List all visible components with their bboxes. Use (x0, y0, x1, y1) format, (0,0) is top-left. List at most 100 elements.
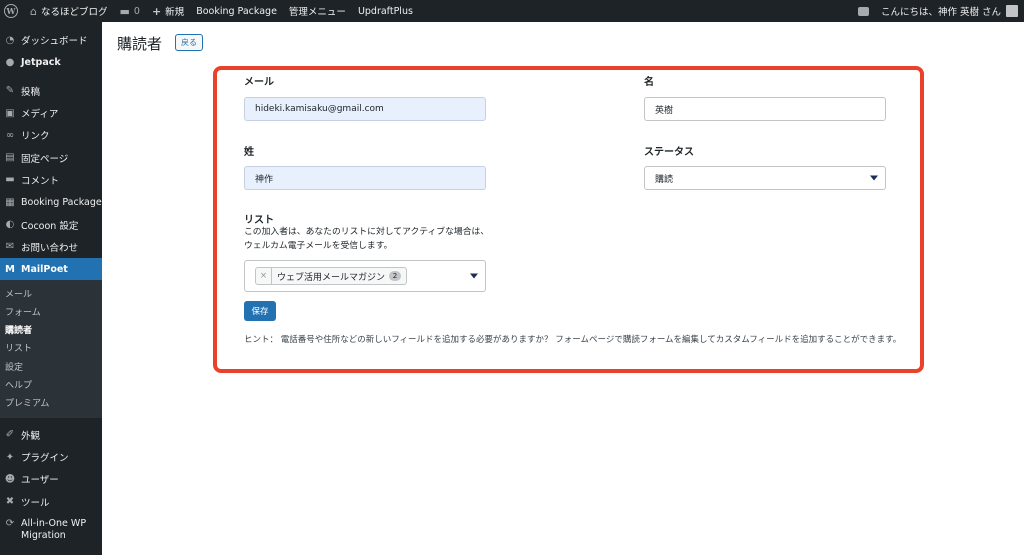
updraftplus-label: UpdraftPlus (357, 5, 413, 17)
back-button[interactable]: 戻る (175, 34, 203, 51)
admin-menu-label: 管理メニュー (288, 7, 346, 18)
list-label: リスト (244, 215, 274, 226)
sidebar-item-label: コメント (21, 175, 60, 187)
save-button[interactable]: 保存 (244, 301, 276, 321)
sidebar-item-cocoon[interactable]: ◐ Cocoon 設定 (0, 213, 102, 235)
chevron-down-icon (470, 273, 478, 279)
sidebar-item-label: 固定ページ (21, 153, 69, 165)
sidebar-item-label: ダッシュボード (21, 36, 88, 48)
media-icon: ▣ (5, 107, 15, 119)
dashboard-icon: ◔ (5, 34, 15, 46)
admin-menu-link[interactable]: 管理メニュー (283, 0, 352, 22)
email-label: メール (244, 77, 274, 88)
sidebar-item-jetpack[interactable]: ● Jetpack (0, 51, 102, 73)
sidebar-item-label: 投稿 (21, 86, 41, 98)
home-icon: ⌂ (30, 4, 37, 18)
comment-icon: ▬ (5, 174, 15, 186)
migration-icon: ⟳ (5, 517, 15, 529)
updraftplus-link[interactable]: UpdraftPlus (352, 0, 419, 22)
sidebar-item-label: ユーザー (21, 475, 59, 487)
sidebar-item-plugins[interactable]: ✦ プラグイン (0, 446, 102, 468)
sidebar-item-pages[interactable]: ▤ 固定ページ (0, 146, 102, 168)
notification-icon[interactable] (857, 6, 869, 16)
admin-sidebar: ◔ ダッシュボード ● Jetpack ✎ 投稿 ▣ メディア ∞ リンク ▤ … (0, 22, 102, 555)
booking-package-label: Booking Package (196, 5, 277, 17)
sidebar-item-users[interactable]: ☻ ユーザー (0, 468, 102, 490)
sidebar-item-label: All-in-One WP Migration (21, 517, 87, 541)
site-name-link[interactable]: ⌂ なるほどブログ (24, 0, 114, 22)
last-name-field[interactable]: 神作 (244, 166, 486, 190)
list-tag-count: 2 (389, 271, 402, 281)
first-name-label: 名 (644, 77, 654, 88)
avatar[interactable] (1006, 5, 1018, 17)
remove-tag-icon[interactable]: × (256, 268, 272, 284)
plugin-icon: ✦ (5, 451, 15, 463)
submenu-item-settings[interactable]: 設定 (0, 357, 102, 375)
submenu-item-premium[interactable]: プレミアム (0, 393, 102, 411)
sidebar-item-label: ツール (21, 497, 50, 509)
sidebar-item-dashboard[interactable]: ◔ ダッシュボード (0, 29, 102, 51)
admin-bar: W ⌂ なるほどブログ ▬ 0 + 新規 Booking Package 管理メ… (0, 0, 1024, 22)
hint-text: ヒント： 電話番号や住所などの新しいフィールドを追加する必要がありますか？ フォ… (244, 335, 902, 345)
appearance-icon: ✐ (5, 429, 15, 441)
sidebar-item-label: リンク (21, 131, 50, 143)
list-tag-label: ウェブ活用メールマガジン (277, 272, 386, 283)
sidebar-item-media[interactable]: ▣ メディア (0, 102, 102, 124)
list-multiselect[interactable]: × ウェブ活用メールマガジン 2 (244, 260, 486, 292)
sidebar-item-label: メディア (21, 109, 59, 121)
sidebar-item-tools[interactable]: ✖ ツール (0, 490, 102, 512)
cocoon-icon: ◐ (5, 219, 15, 231)
comments-link[interactable]: ▬ 0 (114, 0, 146, 22)
status-select[interactable]: 購読 (644, 166, 886, 190)
user-greeting[interactable]: こんにちは、神作 英樹 さん (881, 4, 1001, 18)
submenu-item-subscribers[interactable]: 購読者 (0, 321, 102, 339)
sidebar-item-label: プラグイン (21, 453, 69, 465)
submenu-item-emails[interactable]: メール (0, 284, 102, 302)
new-content-link[interactable]: + 新規 (146, 0, 190, 22)
sidebar-item-label: 外観 (21, 430, 41, 442)
sidebar-item-booking-package[interactable]: ▦ Booking Package (0, 191, 102, 213)
wp-logo-button[interactable]: W (0, 0, 24, 22)
mailpoet-icon: M (5, 263, 15, 275)
comment-icon: ▬ (119, 4, 130, 18)
sidebar-item-label: MailPoet (21, 263, 68, 275)
status-label: ステータス (644, 147, 694, 158)
wordpress-icon: W (4, 4, 18, 18)
chevron-down-icon (870, 175, 878, 181)
email-field[interactable]: hideki.kamisaku@gmail.com (244, 97, 486, 121)
first-name-field[interactable]: 英樹 (644, 97, 886, 121)
sidebar-item-migration[interactable]: ⟳ All-in-One WP Migration (0, 513, 102, 547)
sidebar-item-contact[interactable]: ✉ お問い合わせ (0, 236, 102, 258)
plus-icon: + (151, 4, 162, 18)
status-value: 購読 (655, 174, 674, 185)
last-name-label: 姓 (244, 147, 254, 158)
site-name: なるほどブログ (40, 7, 108, 18)
sidebar-item-mailpoet[interactable]: M MailPoet (0, 257, 102, 281)
sidebar-item-label: Jetpack (21, 56, 61, 68)
calendar-icon: ▦ (5, 196, 15, 208)
sidebar-item-label: Booking Package (21, 196, 102, 208)
tool-icon: ✖ (5, 496, 15, 508)
submenu-item-forms[interactable]: フォーム (0, 302, 102, 320)
submenu-item-help[interactable]: ヘルプ (0, 375, 102, 393)
page-title: 購読者 (117, 35, 163, 53)
sidebar-item-comments[interactable]: ▬ コメント (0, 169, 102, 191)
new-label: 新規 (165, 7, 185, 18)
sidebar-item-links[interactable]: ∞ リンク (0, 124, 102, 146)
mailpoet-submenu: メール フォーム 購読者 リスト 設定 ヘルプ プレミアム (0, 280, 102, 418)
submenu-item-lists[interactable]: リスト (0, 339, 102, 357)
mail-icon: ✉ (5, 241, 15, 253)
booking-package-link[interactable]: Booking Package (190, 0, 283, 22)
list-tag: × ウェブ活用メールマガジン 2 (255, 267, 408, 285)
page-icon: ▤ (5, 152, 15, 164)
sidebar-item-label: お問い合わせ (21, 242, 79, 254)
sidebar-item-appearance[interactable]: ✐ 外観 (0, 424, 102, 446)
user-icon: ☻ (4, 473, 16, 485)
sidebar-item-label: Cocoon 設定 (21, 220, 79, 232)
pin-icon: ✎ (5, 85, 15, 97)
jetpack-icon: ● (5, 56, 15, 68)
list-description: この加入者は、あなたのリストに対してアクティブな場合は、ウェルカム電子メールを受… (244, 227, 490, 251)
sidebar-item-posts[interactable]: ✎ 投稿 (0, 80, 102, 102)
comments-count: 0 (133, 5, 140, 17)
link-icon: ∞ (5, 129, 15, 141)
